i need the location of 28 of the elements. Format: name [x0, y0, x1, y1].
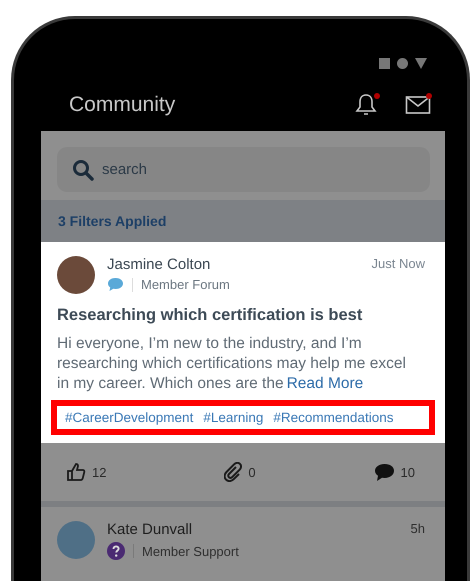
author-name: Jasmine Colton — [107, 256, 212, 273]
bell-icon[interactable] — [353, 92, 379, 118]
search-icon — [72, 158, 94, 180]
channel-name: Member Forum — [141, 277, 230, 292]
hashtag-link[interactable]: #Recommendations — [273, 410, 394, 425]
comment-button[interactable]: 10 — [374, 462, 415, 482]
post-title: Researching which certification is best — [57, 306, 364, 325]
read-more-link[interactable]: Read More — [286, 375, 364, 392]
hashtag-link[interactable]: #Learning — [203, 410, 264, 425]
channel-name: Member Support — [142, 544, 239, 558]
app-title: Community — [69, 93, 176, 117]
search-field[interactable]: search — [57, 147, 430, 192]
circle-icon — [397, 58, 408, 68]
post-time: 5h — [410, 521, 426, 536]
triangle-icon — [415, 58, 427, 68]
hashtag-link[interactable]: #CareerDevelopment — [65, 410, 194, 425]
question-icon — [107, 542, 125, 560]
post-body: Hi everyone, I’m new to the industry, and I’m researching which certifications may help me excel in my career. Which ones are the Read More — [57, 334, 407, 394]
square-icon — [379, 58, 390, 68]
author-name: Kate Dunvall — [107, 521, 194, 538]
like-button[interactable]: 12 — [66, 462, 106, 482]
filters-applied-label[interactable]: 3 Filters Applied — [58, 213, 166, 229]
post-time: Just Now — [372, 256, 426, 271]
avatar — [57, 256, 95, 294]
speech-bubble-icon — [107, 277, 124, 292]
search-placeholder: search — [102, 161, 148, 178]
avatar — [57, 521, 95, 559]
attachment-button[interactable]: 0 — [224, 462, 256, 482]
